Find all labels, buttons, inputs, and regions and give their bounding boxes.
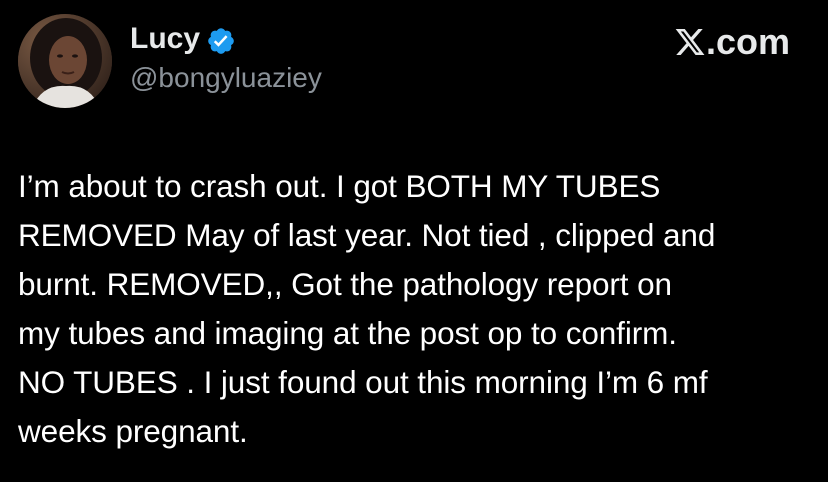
x-logo-icon [675, 29, 705, 55]
tweet-text-line: REMOVED May of last year. Not tied , cli… [18, 217, 716, 253]
tweet-text-line: weeks pregnant. [18, 413, 248, 449]
avatar-photo [18, 14, 112, 108]
avatar[interactable] [18, 14, 112, 108]
author-handle[interactable]: @bongyluaziey [130, 61, 322, 95]
tweet-text-line: my tubes and imaging at the post op to c… [18, 315, 677, 351]
verified-badge-icon [208, 28, 234, 54]
tweet-card: Lucy @bongyluaziey .com I’m about to cra… [0, 0, 828, 482]
tweet-text-line: NO TUBES . I just found out this morning… [18, 364, 708, 400]
brand-logo: .com [674, 20, 790, 64]
brand-label: .com [705, 21, 790, 62]
tweet-text: I’m about to crash out. I got BOTH MY TU… [18, 162, 818, 456]
tweet-text-line: I’m about to crash out. I got BOTH MY TU… [18, 168, 661, 204]
tweet-text-line: burnt. REMOVED,, Got the pathology repor… [18, 266, 672, 302]
author-name[interactable]: Lucy [130, 21, 200, 57]
